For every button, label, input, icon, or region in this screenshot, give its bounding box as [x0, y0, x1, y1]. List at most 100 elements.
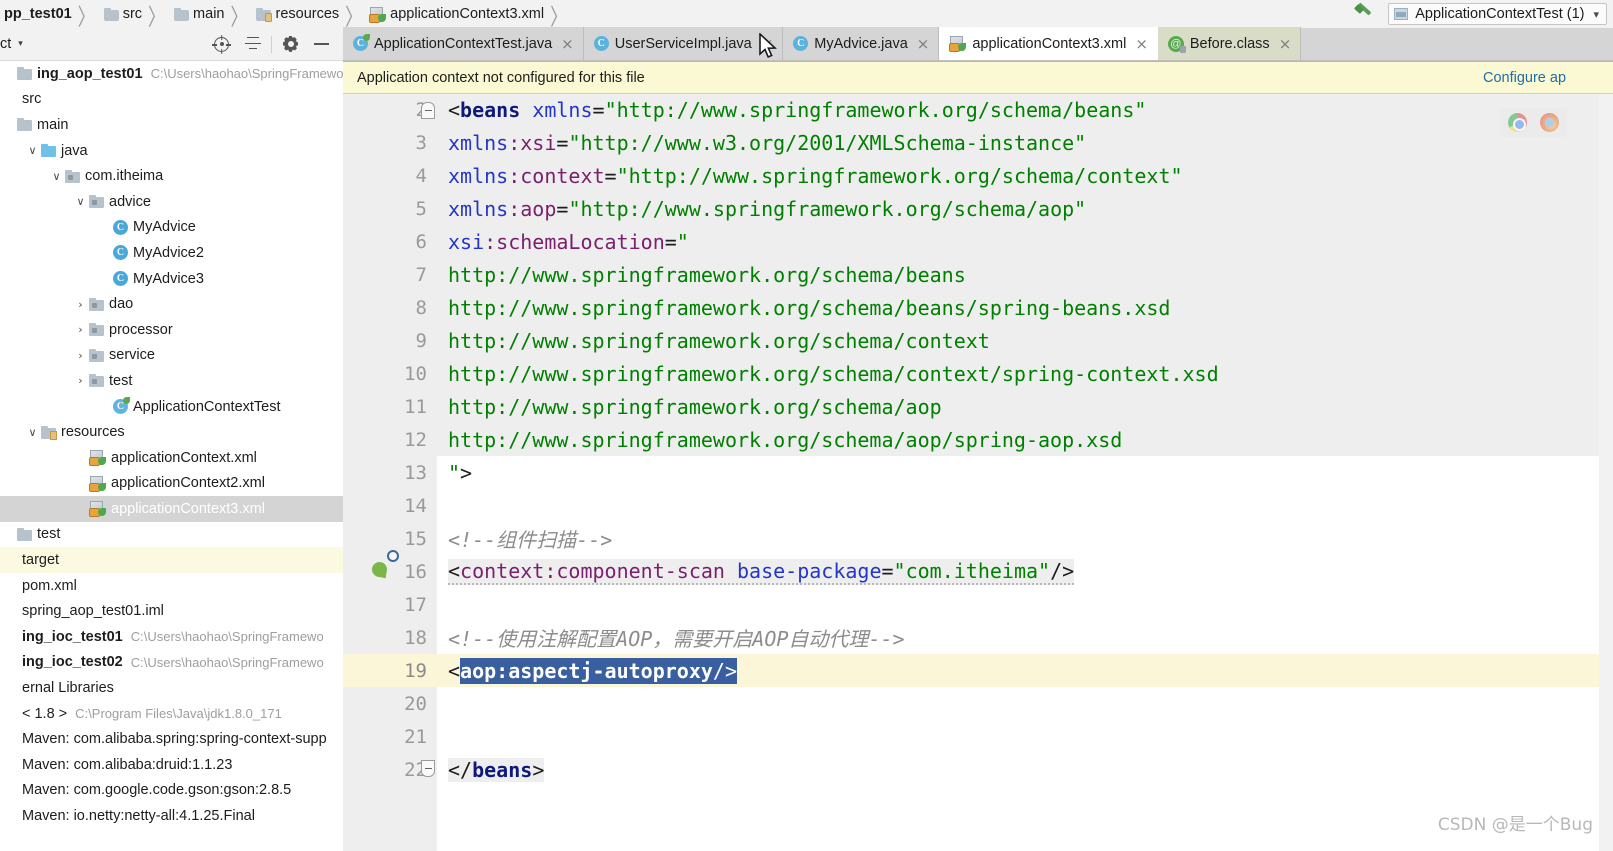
tree-item[interactable]: ernal Libraries	[0, 675, 343, 701]
code-fold-toggle[interactable]	[421, 102, 435, 119]
code-line[interactable]	[437, 720, 1613, 753]
tree-item[interactable]: ing_ioc_test02 C:\Users\haohao\SpringFram…	[0, 650, 343, 676]
collapse-all-button[interactable]	[237, 31, 268, 57]
close-icon[interactable]: ×	[1279, 35, 1292, 53]
code-line[interactable]: http://www.springframework.org/schema/be…	[437, 258, 1613, 291]
tree-item[interactable]: C ApplicationContextTest	[0, 394, 343, 420]
code-line[interactable]: < aop:aspectj-autoproxy/>	[437, 654, 1613, 687]
code-fold-toggle[interactable]	[421, 760, 435, 777]
open-in-browser-toolbar[interactable]	[1500, 108, 1567, 137]
code-line[interactable]: </beans>	[437, 753, 1613, 786]
tree-item[interactable]: C MyAdvice	[0, 215, 343, 241]
tree-item[interactable]: Maven: com.alibaba.spring:spring-context…	[0, 726, 343, 752]
tree-item[interactable]: applicationContext3.xml	[0, 496, 343, 522]
tree-item[interactable]: src	[0, 87, 343, 113]
breadcrumb-separator-icon: 〉	[148, 3, 166, 28]
chevron-right-icon[interactable]: ›	[72, 323, 89, 336]
tree-item-label: applicationContext3.xml	[111, 500, 265, 517]
tree-item[interactable]: spring_aop_test01.iml	[0, 598, 343, 624]
code-line[interactable]: < beans xmlns = "http://www.springframework…	[437, 94, 1613, 126]
chevron-down-icon[interactable]: ∨	[72, 195, 89, 208]
run-configuration-selector[interactable]: ApplicationContextTest (1) ▾	[1388, 3, 1607, 25]
editor-tab[interactable]: applicationContext3.xml ×	[939, 27, 1158, 60]
editor-tab[interactable]: C ApplicationContextTest.java ×	[343, 27, 584, 60]
tree-item[interactable]: ∨ advice	[0, 189, 343, 215]
chevron-right-icon[interactable]: ›	[72, 298, 89, 311]
code-line[interactable]	[437, 489, 1613, 522]
code-line[interactable]: <context:component-scan base-package="co…	[437, 555, 1613, 588]
tree-item[interactable]: ∨ java	[0, 138, 343, 164]
hide-panel-button[interactable]	[306, 31, 337, 57]
editor-scrollbar[interactable]	[1599, 94, 1613, 851]
tree-item[interactable]: Maven: io.netty:netty-all:4.1.25.Final	[0, 803, 343, 829]
tree-item[interactable]: applicationContext.xml	[0, 445, 343, 471]
code-line[interactable]: http://www.springframework.org/schema/co…	[437, 324, 1613, 357]
tree-item[interactable]: › dao	[0, 291, 343, 317]
tree-item[interactable]: C MyAdvice2	[0, 240, 343, 266]
tree-item[interactable]: applicationContext2.xml	[0, 471, 343, 497]
code-line[interactable]: <!--使用注解配置AOP，需要开启AOP自动代理-->	[437, 621, 1613, 654]
tree-item[interactable]: C MyAdvice3	[0, 266, 343, 292]
firefox-icon[interactable]	[1540, 113, 1559, 132]
close-icon[interactable]: ×	[917, 35, 930, 53]
tree-item[interactable]: Maven: com.google.code.gson:gson:2.8.5	[0, 778, 343, 804]
editor-gutter[interactable]: 2345678910111213141516171819202122	[343, 94, 437, 851]
tree-item[interactable]: < 1.8 > C:\Program Files\Java\jdk1.8.0_17…	[0, 701, 343, 727]
chevron-down-icon[interactable]: ∨	[48, 170, 65, 183]
breadcrumb-item-module[interactable]: pp_test01	[0, 6, 72, 22]
tree-item[interactable]: Maven: com.alibaba:druid:1.1.23	[0, 752, 343, 778]
close-icon[interactable]: ×	[561, 35, 574, 53]
code-editor[interactable]: 2345678910111213141516171819202122 <bean…	[343, 94, 1613, 851]
spring-bean-icon[interactable]	[370, 550, 407, 582]
build-hammer-icon[interactable]	[1352, 2, 1378, 24]
chevron-down-icon[interactable]: ∨	[24, 144, 41, 157]
tree-item[interactable]: test	[0, 522, 343, 548]
breadcrumb-separator-icon: 〉	[550, 3, 568, 28]
locate-in-tree-button[interactable]	[206, 31, 237, 57]
code-line[interactable]: xmlns:xsi = "http://www.w3.org/2001/XMLSch…	[437, 126, 1613, 159]
configure-application-context-link[interactable]: Configure ap	[1483, 70, 1566, 86]
code-line[interactable]: " >	[437, 456, 1613, 489]
chevron-right-icon[interactable]: ›	[72, 374, 89, 387]
selected-text[interactable]: aop:aspectj-autoproxy/>	[460, 657, 738, 684]
panel-settings-button[interactable]	[275, 31, 306, 57]
tree-item-label: ing_aop_test01	[37, 65, 143, 82]
editor-tab[interactable]: @ Before.class ×	[1157, 27, 1302, 60]
tree-item[interactable]: ∨ com.itheima	[0, 163, 343, 189]
code-line[interactable]: xmlns:context = "http://www.springframewor…	[437, 159, 1613, 192]
close-icon[interactable]: ×	[1135, 35, 1148, 53]
breadcrumb-item-main[interactable]: main	[172, 6, 224, 22]
tree-item[interactable]: main	[0, 112, 343, 138]
chevron-down-icon[interactable]: ∨	[24, 426, 41, 439]
code-line[interactable]	[437, 588, 1613, 621]
tree-item[interactable]: pom.xml	[0, 573, 343, 599]
chevron-right-icon[interactable]: ›	[72, 349, 89, 362]
tree-item[interactable]: › service	[0, 343, 343, 369]
code-line[interactable]	[437, 687, 1613, 720]
tree-item[interactable]: › processor	[0, 317, 343, 343]
code-line[interactable]: http://www.springframework.org/schema/ao…	[437, 390, 1613, 423]
breadcrumb-item-file[interactable]: applicationContext3.xml	[369, 6, 544, 23]
code-line[interactable]: xsi:schemaLocation = "	[437, 225, 1613, 258]
tree-item[interactable]: target	[0, 547, 343, 573]
code-line[interactable]: http://www.springframework.org/schema/be…	[437, 291, 1613, 324]
code-line[interactable]: http://www.springframework.org/schema/ao…	[437, 423, 1613, 456]
package-icon	[89, 348, 104, 362]
editor-code-area[interactable]: < beans xmlns = "http://www.springframework…	[437, 94, 1613, 851]
editor-tab[interactable]: C MyAdvice.java ×	[783, 27, 940, 60]
tree-item[interactable]: ing_ioc_test01 C:\Users\haohao\SpringFram…	[0, 624, 343, 650]
editor-tab[interactable]: C UserServiceImpl.java ×	[583, 27, 784, 60]
tree-item[interactable]: › test	[0, 368, 343, 394]
breadcrumb-item-resources[interactable]: resources	[254, 6, 339, 22]
close-icon[interactable]: ×	[761, 35, 774, 53]
code-line[interactable]: <!--组件扫描-->	[437, 522, 1613, 555]
code-line[interactable]: xmlns:aop = "http://www.springframework.or…	[437, 192, 1613, 225]
breadcrumb-item-src[interactable]: src	[102, 6, 142, 22]
tree-item[interactable]: ∨ resources	[0, 419, 343, 445]
chrome-icon[interactable]	[1508, 113, 1527, 132]
module-icon	[17, 67, 32, 81]
tree-item[interactable]: ing_aop_test01 C:\Users\haohao\SpringFram…	[0, 61, 343, 87]
project-tree[interactable]: ing_aop_test01 C:\Users\haohao\SpringFram…	[0, 61, 343, 851]
code-line[interactable]: http://www.springframework.org/schema/co…	[437, 357, 1613, 390]
chevron-down-icon[interactable]: ▾	[18, 39, 23, 49]
